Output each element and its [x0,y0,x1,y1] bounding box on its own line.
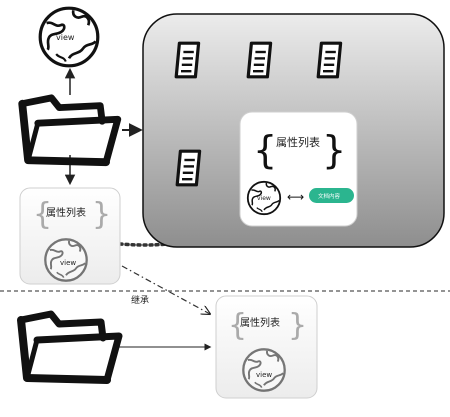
prop-list-label: 属性列表 [276,135,320,149]
document-icon [175,149,202,187]
folder-icon [22,98,118,162]
view-label: view [60,259,76,267]
prop-list-label: 属性列表 [240,316,280,329]
bidirectional-arrow-icon: ⟷ [287,190,304,204]
view-label: view [257,195,271,202]
document-icon [174,41,201,79]
prop-list-label: 属性列表 [46,206,86,219]
diagram-canvas: view { } 属性列表 view ⟷ 文档内容 { } 属性列表 view … [0,0,450,417]
inner-card: { } 属性列表 view ⟷ 文档内容 [239,111,358,227]
doc-content-label: 文档内容 [318,192,341,200]
inherit-label: 继承 [131,294,149,306]
inherit-arrow [121,265,210,314]
right-brace: } [288,308,307,343]
document-icon [246,41,273,79]
top-view: view [38,6,100,68]
bottom-card: { } 属性列表 view [215,295,318,399]
left-brace: { [253,128,277,172]
globe-icon [242,348,286,392]
document-container: { } 属性列表 view ⟷ 文档内容 [142,13,445,248]
document-icon [316,41,343,79]
right-brace: } [322,128,346,172]
view-label: view [56,33,75,42]
folder-icon [21,314,119,380]
view-label: view [256,371,272,379]
left-card: { } 属性列表 view [19,187,121,285]
right-brace: } [92,197,111,232]
